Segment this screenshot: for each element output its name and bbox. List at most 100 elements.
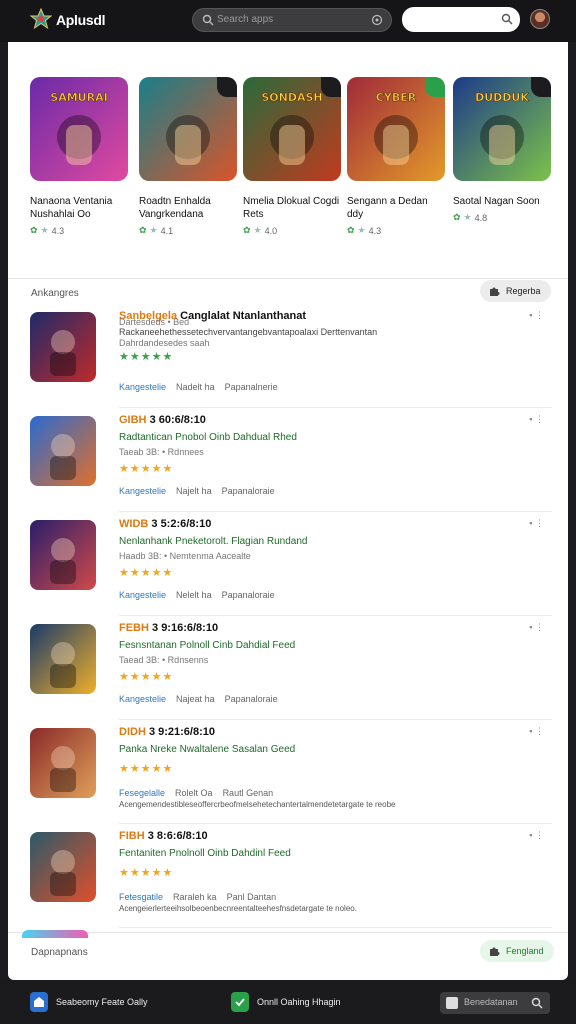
featured-app-card[interactable]: CYBER Sengann a Dedan ddy ✿ ★ 4.3 [347, 77, 445, 236]
app-stars: ★★★★★ [119, 463, 174, 475]
divider [8, 932, 568, 933]
corner-badge-icon [425, 77, 445, 97]
app-tag: WIDB [119, 518, 149, 530]
app-meta: Taeab 3B: • Rdnnees [119, 447, 204, 457]
app-category-link[interactable]: Fesegelalle [119, 788, 165, 798]
more-options-icon[interactable]: ▪ ⋮ [529, 414, 544, 425]
app-category-link[interactable]: Kangestelie [119, 382, 166, 392]
more-options-icon[interactable]: ▪ ⋮ [529, 726, 544, 737]
app-thumbnail[interactable] [30, 312, 96, 382]
star-icon: ★ [40, 225, 49, 235]
more-options-icon[interactable]: ▪ ⋮ [529, 518, 544, 529]
leaf-icon: ✿ [139, 225, 147, 235]
app-art-title: CYBER [376, 91, 417, 104]
app-thumbnail[interactable] [30, 728, 96, 798]
app-thumbnail[interactable]: CYBER [347, 77, 445, 181]
app-meta: Haadb 3B: • Nemtenma Aacealte [119, 551, 251, 561]
section-title: Dapnapnans [31, 947, 88, 958]
corner-badge-icon [217, 77, 237, 97]
app-list-row[interactable]: GIBH 3 60:6/8:10 Radtantican Pnobol Oinb … [8, 408, 568, 512]
app-tag-3: Papanalnerie [224, 382, 278, 392]
featured-app-card[interactable]: SONDASH Nmelia Dlokual Cogdi Rets ✿ ★ 4.0 [243, 77, 341, 236]
app-rating: ✿ ★ 4.1 [139, 225, 237, 236]
app-name: Roadtn Enhalda Vangrkendana [139, 196, 211, 220]
bottom-nav-item-2[interactable]: Onnll Oahing Hhagin [231, 992, 341, 1012]
app-thumbnail[interactable] [30, 520, 96, 590]
app-thumbnail[interactable]: DUDDUK [453, 77, 551, 181]
corner-badge-icon [321, 77, 341, 97]
app-stars: ★★★★★ [119, 567, 174, 579]
document-icon [446, 997, 458, 1009]
puzzle-icon [490, 287, 500, 296]
app-art-title: SONDASH [261, 91, 322, 104]
app-thumbnail[interactable] [139, 77, 237, 181]
app-description: Acengeierlerteeihsolbeoenbecnreentalteeh… [119, 904, 357, 913]
star-icon: ★ [149, 225, 158, 235]
corner-badge-icon [531, 77, 551, 97]
app-list-row[interactable]: WIDB 3 5:2:6/8:10 Nenlanhank Pneketorolt.… [8, 512, 568, 616]
leaf-icon: ✿ [347, 225, 355, 235]
more-options-icon[interactable]: ▪ ⋮ [529, 622, 544, 633]
search-icon [501, 13, 513, 25]
featured-app-card[interactable]: Roadtn Enhalda Vangrkendana ✿ ★ 4.1 [139, 77, 237, 236]
more-options-icon[interactable]: ▪ ⋮ [529, 310, 544, 321]
app-rating: ✿ ★ 4.8 [453, 212, 551, 223]
more-options-icon[interactable]: ▪ ⋮ [529, 830, 544, 841]
main-panel: SAMURAI Nanaona Ventania Nushahlai Oo ✿ ★ 4.… [8, 42, 568, 980]
app-category-link[interactable]: Fetesgatile [119, 892, 163, 902]
avatar[interactable] [530, 9, 550, 29]
microphone-icon[interactable] [371, 14, 383, 26]
app-category-link[interactable]: Kangestelie [119, 486, 166, 496]
app-stars: ★★★★★ [119, 671, 174, 683]
app-list-row[interactable]: FIBH 3 8:6:6/8:10 Fentaniten Pnolnoll Oin… [8, 824, 568, 928]
app-tag-3: Panl Dantan [226, 892, 277, 902]
leaf-icon: ✿ [453, 212, 461, 222]
app-tag: DIDH [119, 726, 146, 738]
rating-value: 4.3 [51, 225, 65, 236]
featured-app-card[interactable]: DUDDUK Saotal Nagan Soon ✿ ★ 4.8 [453, 77, 551, 223]
app-name: Nanaona Ventania Nushahlai Oo [30, 196, 113, 220]
app-tags: Kangestelie Nelelt ha Papanaloraie [119, 590, 275, 600]
app-tag-2: Nadelt ha [176, 382, 215, 392]
divider [8, 278, 568, 279]
star-icon: ★ [357, 225, 366, 235]
app-category-link[interactable]: Kangestelie [119, 590, 166, 600]
search-input[interactable]: Search apps [192, 8, 392, 32]
app-tag: GIBH [119, 414, 147, 426]
rating-value: 4.3 [368, 225, 382, 236]
bottom-search-input[interactable]: Benedatanan [440, 992, 550, 1014]
app-rating: ✿ ★ 4.3 [30, 225, 128, 236]
app-thumbnail[interactable]: SAMURAI [30, 77, 128, 181]
leaf-icon: ✿ [243, 225, 251, 235]
app-rating: ✿ ★ 4.0 [243, 225, 341, 236]
app-title-text: Canglalat Ntanlanthanat [180, 310, 307, 322]
app-thumbnail[interactable] [30, 624, 96, 694]
app-tag-3: Rautl Genan [222, 788, 274, 798]
section-filter-button[interactable]: Regerba [480, 280, 551, 302]
app-tags: Kangestelie Nadelt ha Papanalnerie [119, 382, 278, 392]
app-meta: Dartesdeds • Bed [119, 317, 190, 327]
app-list-row[interactable]: DIDH 3 9:21:6/8:10 Panka Nreke Nwaltalene… [8, 720, 568, 824]
app-thumbnail[interactable]: SONDASH [243, 77, 341, 181]
app-tag: FIBH [119, 830, 145, 842]
rating-value: 4.1 [160, 225, 174, 236]
featured-app-card[interactable]: SAMURAI Nanaona Ventania Nushahlai Oo ✿ ★ 4.… [30, 77, 128, 236]
app-tags: Fesegelalle Rolelt Oa Rautl Genan [119, 788, 273, 798]
app-thumbnail[interactable] [30, 416, 96, 486]
secondary-search-input[interactable] [402, 7, 520, 32]
app-stars: ★★★★★ [119, 351, 174, 363]
partial-app-thumbnail[interactable] [22, 930, 88, 938]
app-logo-icon[interactable] [30, 8, 52, 30]
app-category-link[interactable]: Kangestelie [119, 694, 166, 704]
app-list-row[interactable]: Sanbelgela Canglalat Ntanlanthanat Rackan… [8, 304, 568, 408]
app-title-text: 3 5:2:6/8:10 [151, 518, 212, 530]
app-stars: ★★★★★ [119, 763, 174, 775]
bottom-nav-item-1[interactable]: Seabeomy Feate Oally [30, 992, 148, 1012]
section-action-button[interactable]: Fengland [480, 940, 554, 962]
app-title: FIBH 3 8:6:6/8:10 [119, 830, 208, 842]
app-list-row[interactable]: FEBH 3 9:16:6/8:10 Fesnsntanan Polnoll Ci… [8, 616, 568, 720]
app-subtitle: Radtantican Pnobol Oinb Dahdual Rhed [119, 432, 297, 443]
app-thumbnail[interactable] [30, 832, 96, 902]
star-icon: ★ [253, 225, 262, 235]
featured-carousel: SAMURAI Nanaona Ventania Nushahlai Oo ✿ ★ 4.… [8, 42, 568, 280]
